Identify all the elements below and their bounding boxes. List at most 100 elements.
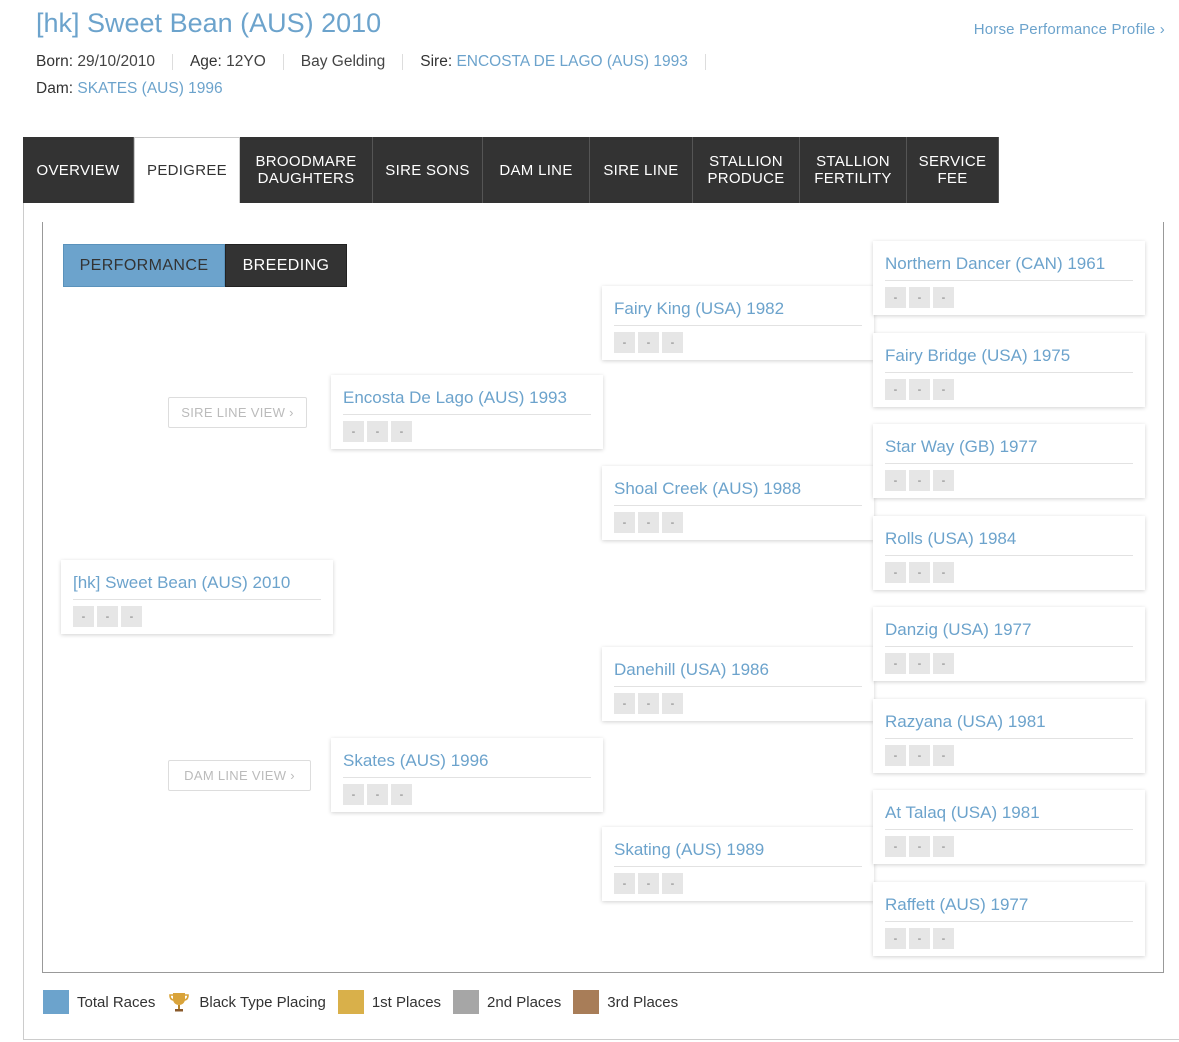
tab-pedigree[interactable]: PEDIGREE: [134, 137, 240, 203]
legend-1st-places: 1st Places: [337, 990, 442, 1014]
stat-box: -: [885, 562, 906, 583]
tab-stallion-produce[interactable]: STALLION PRODUCE: [693, 137, 800, 203]
divider: [343, 777, 591, 778]
horse-name[interactable]: Raffett (AUS) 1977: [885, 895, 1028, 915]
pedigree-card-dam[interactable]: Skates (AUS) 1996 - - -: [331, 738, 603, 812]
tab-overview[interactable]: OVERVIEW: [23, 137, 134, 203]
divider: [704, 53, 706, 70]
pedigree-card-gen3[interactable]: At Talaq (USA) 1981 - - -: [873, 790, 1145, 864]
stat-box: -: [97, 606, 118, 627]
pedigree-card-gen3[interactable]: Northern Dancer (CAN) 1961 - - -: [873, 241, 1145, 315]
stat-box: -: [662, 332, 683, 353]
horse-name[interactable]: Shoal Creek (AUS) 1988: [614, 479, 801, 499]
born-info: Born: 29/10/2010: [36, 53, 155, 71]
stat-box: -: [614, 873, 635, 894]
tab-sire-line[interactable]: SIRE LINE: [590, 137, 693, 203]
horse-name[interactable]: Star Way (GB) 1977: [885, 437, 1037, 457]
stat-box: -: [662, 512, 683, 533]
stat-box: -: [885, 653, 906, 674]
stats-row: - - -: [614, 332, 683, 353]
divider: [885, 280, 1133, 281]
stats-row: - - -: [885, 653, 954, 674]
stat-box: -: [933, 562, 954, 583]
stat-box: -: [909, 287, 930, 308]
legend: Total Races Black Type Placing 1st Place…: [43, 990, 690, 1014]
tab-sire-sons[interactable]: SIRE SONS: [373, 137, 483, 203]
breeding-toggle-button[interactable]: BREEDING: [225, 244, 347, 287]
content-border-left: [23, 203, 24, 1040]
page-title: [hk] Sweet Bean (AUS) 2010: [36, 8, 382, 38]
content-border-bottom: [23, 1039, 1179, 1040]
horse-name[interactable]: Rolls (USA) 1984: [885, 529, 1016, 549]
pedigree-card-subject[interactable]: [hk] Sweet Bean (AUS) 2010 - - -: [61, 560, 333, 634]
stat-box: -: [885, 928, 906, 949]
dam-label: Dam:: [36, 80, 74, 97]
pedigree-card-gen3[interactable]: Danzig (USA) 1977 - - -: [873, 607, 1145, 681]
2nd-places-swatch: [453, 990, 480, 1014]
pedigree-card-gen3[interactable]: Razyana (USA) 1981 - - -: [873, 699, 1145, 773]
legend-black-type-placing: Black Type Placing: [167, 990, 326, 1014]
stat-box: -: [638, 332, 659, 353]
horse-name[interactable]: Razyana (USA) 1981: [885, 712, 1046, 732]
pedigree-card-gen3[interactable]: Star Way (GB) 1977 - - -: [873, 424, 1145, 498]
tab-dam-line[interactable]: DAM LINE: [483, 137, 590, 203]
pedigree-card-gen3[interactable]: Rolls (USA) 1984 - - -: [873, 516, 1145, 590]
stat-box: -: [662, 873, 683, 894]
dam-link[interactable]: SKATES (AUS) 1996: [77, 80, 222, 97]
stat-box: -: [909, 562, 930, 583]
divider: [73, 599, 321, 600]
pedigree-card-gen2[interactable]: Shoal Creek (AUS) 1988 - - -: [602, 466, 874, 540]
sire-link[interactable]: ENCOSTA DE LAGO (AUS) 1993: [456, 53, 687, 70]
pedigree-card-gen3[interactable]: Fairy Bridge (USA) 1975 - - -: [873, 333, 1145, 407]
tab-stallion-fertility[interactable]: STALLION FERTILITY: [800, 137, 907, 203]
divider: [885, 829, 1133, 830]
divider: [885, 463, 1133, 464]
stat-box: -: [933, 470, 954, 491]
age-label: Age:: [189, 53, 222, 70]
trophy-icon: [167, 990, 191, 1014]
horse-performance-profile-link[interactable]: Horse Performance Profile ›: [974, 21, 1165, 38]
legend-label: 2nd Places: [487, 993, 562, 1011]
pedigree-card-gen3[interactable]: Raffett (AUS) 1977 - - -: [873, 882, 1145, 956]
stat-box: -: [367, 421, 388, 442]
color-sex: Bay Gelding: [300, 53, 386, 70]
performance-toggle-button[interactable]: PERFORMANCE: [63, 244, 225, 287]
stats-row: - - -: [885, 745, 954, 766]
legend-3rd-places: 3rd Places: [573, 990, 678, 1014]
stat-box: -: [73, 606, 94, 627]
stat-box: -: [391, 421, 412, 442]
pedigree-card-gen2[interactable]: Skating (AUS) 1989 - - -: [602, 827, 874, 901]
stats-row: - - -: [343, 421, 412, 442]
stat-box: -: [933, 928, 954, 949]
divider: [885, 921, 1133, 922]
pedigree-card-gen2[interactable]: Fairy King (USA) 1982 - - -: [602, 286, 874, 360]
stat-box: -: [885, 836, 906, 857]
stat-box: -: [614, 332, 635, 353]
pedigree-card-gen2[interactable]: Danehill (USA) 1986 - - -: [602, 647, 874, 721]
sire-line-view-button[interactable]: SIRE LINE VIEW ›: [168, 397, 307, 428]
stat-box: -: [121, 606, 142, 627]
horse-name[interactable]: Fairy Bridge (USA) 1975: [885, 346, 1070, 366]
tab-broodmare-daughters[interactable]: BROODMARE DAUGHTERS: [240, 137, 373, 203]
horse-name[interactable]: Danehill (USA) 1986: [614, 660, 769, 680]
legend-label: 3rd Places: [607, 993, 679, 1011]
divider: [614, 325, 862, 326]
horse-name[interactable]: Skating (AUS) 1989: [614, 840, 764, 860]
tab-broodmare-daughters-label: BROODMARE DAUGHTERS: [255, 153, 357, 187]
divider: [885, 372, 1133, 373]
stat-box: -: [909, 653, 930, 674]
sire-info: Sire: ENCOSTA DE LAGO (AUS) 1993: [420, 53, 688, 71]
horse-name[interactable]: Fairy King (USA) 1982: [614, 299, 784, 319]
pedigree-card-sire[interactable]: Encosta De Lago (AUS) 1993 - - -: [331, 375, 603, 449]
horse-name[interactable]: [hk] Sweet Bean (AUS) 2010: [73, 573, 290, 593]
horse-name[interactable]: Skates (AUS) 1996: [343, 751, 489, 771]
horse-name[interactable]: At Talaq (USA) 1981: [885, 803, 1040, 823]
stats-row: - - -: [885, 928, 954, 949]
horse-name[interactable]: Encosta De Lago (AUS) 1993: [343, 388, 567, 408]
stat-box: -: [638, 512, 659, 533]
tab-service-fee[interactable]: SERVICE FEE: [907, 137, 999, 203]
horse-name[interactable]: Danzig (USA) 1977: [885, 620, 1031, 640]
dam-line-view-button[interactable]: DAM LINE VIEW ›: [168, 760, 311, 791]
legend-label: 1st Places: [371, 993, 442, 1011]
horse-name[interactable]: Northern Dancer (CAN) 1961: [885, 254, 1105, 274]
